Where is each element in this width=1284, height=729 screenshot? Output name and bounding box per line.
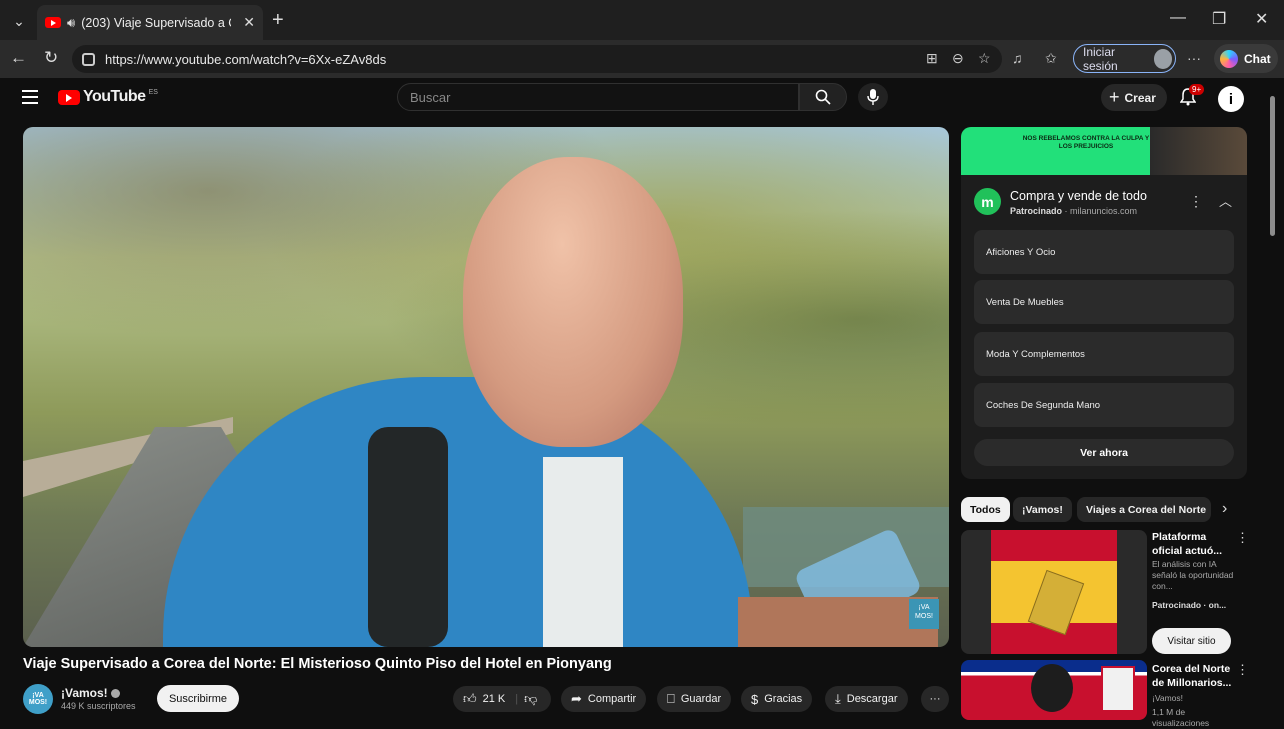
site-info-icon[interactable] (82, 52, 95, 66)
channel-avatar[interactable]: ¡VA MOS! (23, 684, 53, 714)
ad-banner-text: NOS REBELAMOS CONTRA LA CULPA Y LOS PREJ… (1022, 135, 1150, 150)
chevron-right-icon[interactable]: › (1222, 500, 1227, 518)
share-button[interactable]: ➦ Compartir (561, 686, 647, 712)
voice-search-button[interactable] (858, 83, 888, 111)
channel-watermark[interactable]: ¡VA MOS! (909, 599, 939, 629)
like-button[interactable]: 👍︎ 21 K | 👎︎ (453, 686, 551, 712)
rec-thumbnail[interactable] (961, 660, 1147, 720)
youtube-play-icon (58, 89, 80, 105)
channel-name[interactable]: ¡Vamos! (61, 686, 120, 700)
thumbs-down-icon[interactable]: 👎︎ (524, 691, 537, 707)
thumbs-up-icon: 👍︎ (463, 691, 477, 706)
ad-option[interactable]: Aficiones Y Ocio (974, 230, 1234, 274)
create-label: Crear (1124, 90, 1156, 105)
rec-description: El análisis con IA señaló la oportunidad… (1152, 559, 1234, 591)
visit-site-button[interactable]: Visitar sitio (1152, 628, 1231, 654)
create-button[interactable]: + Crear (1101, 84, 1167, 111)
chip-topic[interactable]: Viajes a Corea del Norte (1077, 497, 1211, 522)
search-icon (815, 89, 831, 105)
ad-option[interactable]: Venta De Muebles (974, 280, 1234, 324)
bookmark-icon: ⎕ (667, 691, 675, 706)
more-icon: ··· (929, 693, 941, 705)
ad-banner[interactable]: NOS REBELAMOS CONTRA LA CULPA Y LOS PREJ… (961, 127, 1247, 175)
download-button[interactable]: ⤓ Descargar (825, 686, 908, 712)
more-options-icon[interactable]: ··· (1187, 50, 1201, 66)
rec-menu-icon[interactable]: ⋮ (1236, 662, 1249, 678)
chat-label: Chat (1244, 51, 1271, 66)
rec-title[interactable]: Plataforma oficial actuó... (1152, 530, 1234, 558)
youtube-logo[interactable]: YouTube ES (58, 88, 158, 106)
tab-title: (203) Viaje Supervisado a Cor (81, 15, 231, 30)
verified-icon (110, 689, 120, 699)
page-scrollbar[interactable] (1268, 90, 1276, 720)
new-tab-icon[interactable]: + (272, 9, 284, 32)
chip-channel[interactable]: ¡Vamos! (1013, 497, 1072, 522)
logo-text: YouTube (83, 88, 146, 105)
favorite-star-icon[interactable]: ☆ (978, 50, 991, 67)
thanks-button[interactable]: $ Gracias (741, 686, 813, 712)
rec-sponsored: Patrocinado · on... (1152, 600, 1227, 610)
ad-option[interactable]: Moda Y Complementos (974, 332, 1234, 376)
ad-sponsor-line: Patrocinado · milanuncios.com (1010, 206, 1138, 216)
rec-views: 1,1 M de visualizaciones (1152, 707, 1210, 728)
download-icon: ⤓ (835, 691, 841, 706)
minimize-icon[interactable]: — (1170, 9, 1186, 27)
browser-tab[interactable]: 🔊︎ (203) Viaje Supervisado a Cor ✕ (37, 5, 263, 40)
rec-title[interactable]: Corea del Norte de Millonarios... (1152, 662, 1234, 690)
menu-icon[interactable] (22, 90, 38, 108)
chip-all[interactable]: Todos (961, 497, 1010, 522)
channel-row: ¡VA MOS! ¡Vamos! 449 K suscriptores Susc… (23, 683, 949, 715)
ad-cta-button[interactable]: Ver ahora (974, 439, 1234, 466)
rec-thumbnail[interactable] (961, 530, 1147, 654)
search-input[interactable]: Buscar (397, 83, 799, 111)
region-code: ES (148, 88, 158, 96)
app-available-icon[interactable]: ⊞ (926, 50, 938, 67)
close-window-icon[interactable]: ✕ (1255, 9, 1268, 29)
url-text: https://www.youtube.com/watch?v=6Xx-eZAv… (105, 51, 387, 67)
subscribe-button[interactable]: Suscribirme (157, 685, 239, 712)
browser-tab-bar: ⌄ 🔊︎ (203) Viaje Supervisado a Cor ✕ + —… (0, 0, 1284, 40)
copilot-icon (1220, 49, 1238, 68)
tab-list-icon[interactable]: ⌄ (6, 8, 32, 34)
ad-option[interactable]: Coches De Segunda Mano (974, 383, 1234, 427)
rec-channel[interactable]: ¡Vamos! (1152, 693, 1238, 704)
scrollbar-thumb[interactable] (1270, 96, 1275, 236)
back-icon[interactable]: ← (10, 48, 27, 68)
close-tab-icon[interactable]: ✕ (243, 14, 255, 31)
copilot-chat-button[interactable]: Chat (1214, 44, 1278, 73)
extensions-icon[interactable]: ♫ (1012, 50, 1023, 66)
ad-title[interactable]: Compra y vende de todo (1010, 189, 1147, 203)
favorites-icon[interactable]: ✩ (1045, 50, 1057, 67)
ad-menu-icon[interactable]: ⋮ (1189, 193, 1203, 210)
address-bar-row: ← ↻ https://www.youtube.com/watch?v=6Xx-… (0, 40, 1284, 78)
maximize-icon[interactable]: ❐ (1212, 9, 1226, 29)
address-bar[interactable]: https://www.youtube.com/watch?v=6Xx-eZAv… (72, 45, 1002, 73)
like-count: 21 K (482, 693, 506, 705)
advertiser-logo[interactable]: m (974, 188, 1001, 215)
rec-menu-icon[interactable]: ⋮ (1236, 530, 1249, 546)
speaker-icon[interactable]: 🔊︎ (67, 15, 75, 31)
plus-icon: + (1109, 87, 1120, 107)
youtube-favicon-icon (45, 17, 61, 28)
thanks-icon: $ (751, 691, 759, 707)
notification-badge: 9+ (1189, 84, 1205, 95)
search-button[interactable] (799, 83, 847, 111)
video-title: Viaje Supervisado a Corea del Norte: El … (23, 656, 612, 672)
save-button[interactable]: ⎕ Guardar (657, 686, 732, 712)
microphone-icon (867, 89, 879, 105)
share-icon: ➦ (571, 691, 582, 706)
video-player[interactable]: ¡VA MOS! (23, 127, 949, 647)
sponsored-ad-card: NOS REBELAMOS CONTRA LA CULPA Y LOS PREJ… (961, 127, 1247, 479)
subscriber-count: 449 K suscriptores (61, 701, 136, 711)
collapse-chevron-icon[interactable]: ︿ (1219, 191, 1232, 210)
notifications-button[interactable]: 9+ (1179, 84, 1205, 111)
zoom-icon[interactable]: ⊖ (952, 50, 964, 67)
account-avatar[interactable]: i (1218, 86, 1244, 112)
signin-label: Iniciar sesión (1083, 44, 1118, 73)
signin-button[interactable]: Iniciar sesión (1073, 44, 1176, 73)
youtube-header: YouTube ES Buscar + Crear 9+ i (0, 78, 1266, 118)
reload-icon[interactable]: ↻ (44, 48, 58, 68)
profile-avatar (1153, 48, 1172, 69)
more-actions-button[interactable]: ··· (921, 686, 949, 712)
